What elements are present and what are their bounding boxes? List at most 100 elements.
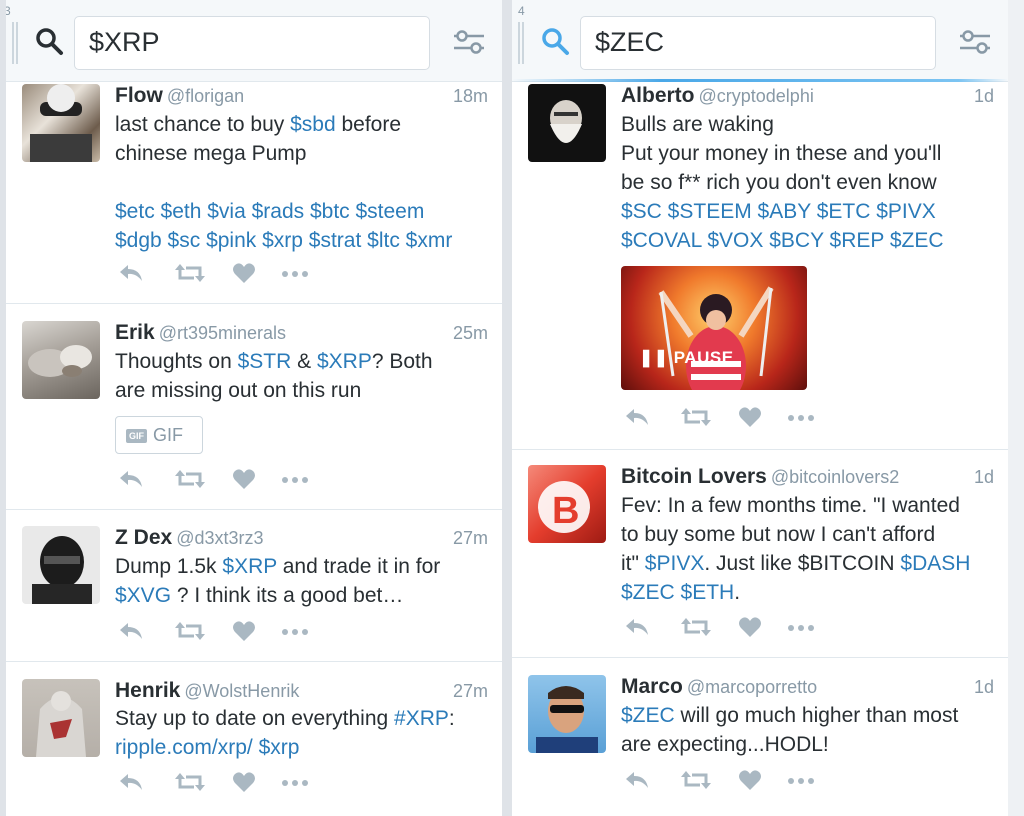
- search-input[interactable]: $ZEC: [580, 16, 936, 70]
- reply-icon[interactable]: [624, 406, 650, 433]
- author-handle[interactable]: @cryptodelphi: [699, 86, 814, 106]
- reply-icon[interactable]: [118, 620, 144, 647]
- tweet-link[interactable]: $PIVX: [645, 552, 705, 575]
- reply-icon[interactable]: [624, 769, 650, 796]
- author-name[interactable]: Alberto: [621, 84, 695, 107]
- tweet-link[interactable]: $xrp: [259, 736, 300, 759]
- retweet-icon[interactable]: [680, 769, 712, 796]
- tweet-text-line: to buy some but now I can't afford: [621, 520, 998, 549]
- more-icon[interactable]: [280, 620, 310, 647]
- reply-icon[interactable]: [624, 616, 650, 643]
- tweet[interactable]: B Bitcoin Lovers @bitcoinlovers2 1d Fev: …: [512, 451, 1008, 658]
- timestamp[interactable]: 1d: [974, 467, 994, 488]
- reply-icon[interactable]: [118, 468, 144, 495]
- tweet-link[interactable]: $XRP: [222, 555, 276, 578]
- retweet-icon[interactable]: [680, 406, 712, 433]
- author-handle[interactable]: @d3xt3rz3: [176, 528, 263, 548]
- tweet-link[interactable]: $COVAL $VOX $BCY $REP $ZEC: [621, 229, 944, 252]
- reply-icon[interactable]: [118, 771, 144, 798]
- tweet-link[interactable]: $SC $STEEM $ABY $ETC $PIVX: [621, 200, 936, 223]
- author-name[interactable]: Flow: [115, 84, 163, 107]
- tweet-link[interactable]: $etc $eth $via $rads $btc $steem: [115, 200, 424, 223]
- tweet[interactable]: Erik @rt395minerals 25m Thoughts on $STR …: [6, 305, 502, 510]
- tweet[interactable]: Z Dex @d3xt3rz3 27m Dump 1.5k $XRP and tr…: [6, 511, 502, 662]
- tweet-text-segment: Stay up to date on everything: [115, 707, 395, 730]
- timestamp[interactable]: 27m: [453, 528, 488, 549]
- more-icon[interactable]: [786, 769, 816, 796]
- timestamp[interactable]: 18m: [453, 86, 488, 107]
- tweet-link[interactable]: $sbd: [290, 113, 336, 136]
- like-icon[interactable]: [738, 769, 762, 796]
- like-icon[interactable]: [232, 262, 256, 289]
- timestamp[interactable]: 1d: [974, 86, 994, 107]
- tweet-text-segment: Thoughts on: [115, 350, 238, 373]
- reply-icon[interactable]: [118, 262, 144, 289]
- search-input[interactable]: $XRP: [74, 16, 430, 70]
- column-header: 4 $ZEC: [512, 0, 1008, 82]
- tweet[interactable]: Marco @marcoporretto 1d $ZEC will go much…: [512, 659, 1008, 816]
- retweet-icon[interactable]: [174, 468, 206, 495]
- tweet-link[interactable]: $ZEC: [621, 704, 675, 727]
- tweet-actions: [624, 769, 824, 793]
- animated-gif-media[interactable]: ❚❚ PAUSE: [621, 266, 807, 390]
- like-icon[interactable]: [232, 620, 256, 647]
- like-icon[interactable]: [738, 616, 762, 643]
- avatar[interactable]: [22, 679, 100, 757]
- author-handle[interactable]: @marcoporretto: [687, 677, 817, 697]
- timestamp[interactable]: 1d: [974, 677, 994, 698]
- more-icon[interactable]: [280, 262, 310, 289]
- tweet-text-line: chinese mega Pump: [115, 139, 492, 168]
- more-icon[interactable]: [280, 771, 310, 798]
- author-name[interactable]: Henrik: [115, 679, 180, 702]
- more-icon[interactable]: [786, 616, 816, 643]
- avatar[interactable]: [22, 84, 100, 162]
- author-handle[interactable]: @bitcoinlovers2: [771, 467, 899, 487]
- more-icon[interactable]: [280, 468, 310, 495]
- retweet-icon[interactable]: [174, 620, 206, 647]
- like-icon[interactable]: [738, 406, 762, 433]
- like-icon[interactable]: [232, 771, 256, 798]
- drag-handle[interactable]: [12, 22, 18, 64]
- author-name[interactable]: Erik: [115, 321, 155, 344]
- tweet-link[interactable]: $XVG: [115, 584, 171, 607]
- tweet-link[interactable]: #XRP: [394, 707, 449, 730]
- tweet[interactable]: Alberto @cryptodelphi 1d Bulls are waking…: [512, 82, 1008, 450]
- like-icon[interactable]: [232, 468, 256, 495]
- search-icon[interactable]: [34, 26, 64, 56]
- avatar[interactable]: [528, 675, 606, 753]
- author-name[interactable]: Marco: [621, 675, 683, 698]
- avatar[interactable]: [22, 321, 100, 399]
- tweet[interactable]: Flow @florigan 18m last chance to buy $sb…: [6, 82, 502, 304]
- author-name[interactable]: Bitcoin Lovers: [621, 465, 767, 488]
- author-handle[interactable]: @rt395minerals: [159, 323, 286, 343]
- column-header: 3 $XRP: [6, 0, 502, 82]
- tweet[interactable]: Henrik @WolstHenrik 27m Stay up to date o…: [6, 663, 502, 816]
- search-icon[interactable]: [540, 26, 570, 56]
- tweet-link[interactable]: $ZEC $ETH: [621, 581, 734, 604]
- pause-overlay[interactable]: ❚❚ PAUSE: [639, 348, 734, 368]
- drag-handle[interactable]: [518, 22, 524, 64]
- filter-sliders-icon[interactable]: [452, 28, 486, 56]
- tweet-link[interactable]: $dgb $sc $pink $xrp $strat $ltc $xmr: [115, 229, 452, 252]
- tweet-actions: [118, 262, 318, 286]
- tweet-link[interactable]: $XRP: [317, 350, 372, 373]
- avatar[interactable]: [528, 84, 606, 162]
- author-handle[interactable]: @WolstHenrik: [184, 681, 299, 701]
- filter-sliders-icon[interactable]: [958, 28, 992, 56]
- author-handle[interactable]: @florigan: [167, 86, 244, 106]
- tweet-link[interactable]: $DASH: [900, 552, 970, 575]
- retweet-icon[interactable]: [174, 262, 206, 289]
- avatar[interactable]: B: [528, 465, 606, 543]
- tweet-text-segment: ? I think its a good bet…: [171, 584, 404, 607]
- gif-button[interactable]: GIF GIF: [115, 416, 203, 454]
- tweet-link[interactable]: ripple.com/xrp/: [115, 736, 253, 759]
- author-name[interactable]: Z Dex: [115, 526, 172, 549]
- timestamp[interactable]: 25m: [453, 323, 488, 344]
- more-icon[interactable]: [786, 406, 816, 433]
- tweet-link[interactable]: $STR: [238, 350, 292, 373]
- retweet-icon[interactable]: [680, 616, 712, 643]
- avatar[interactable]: [22, 526, 100, 604]
- tweet-text-segment: are missing out on this run: [115, 379, 362, 402]
- retweet-icon[interactable]: [174, 771, 206, 798]
- timestamp[interactable]: 27m: [453, 681, 488, 702]
